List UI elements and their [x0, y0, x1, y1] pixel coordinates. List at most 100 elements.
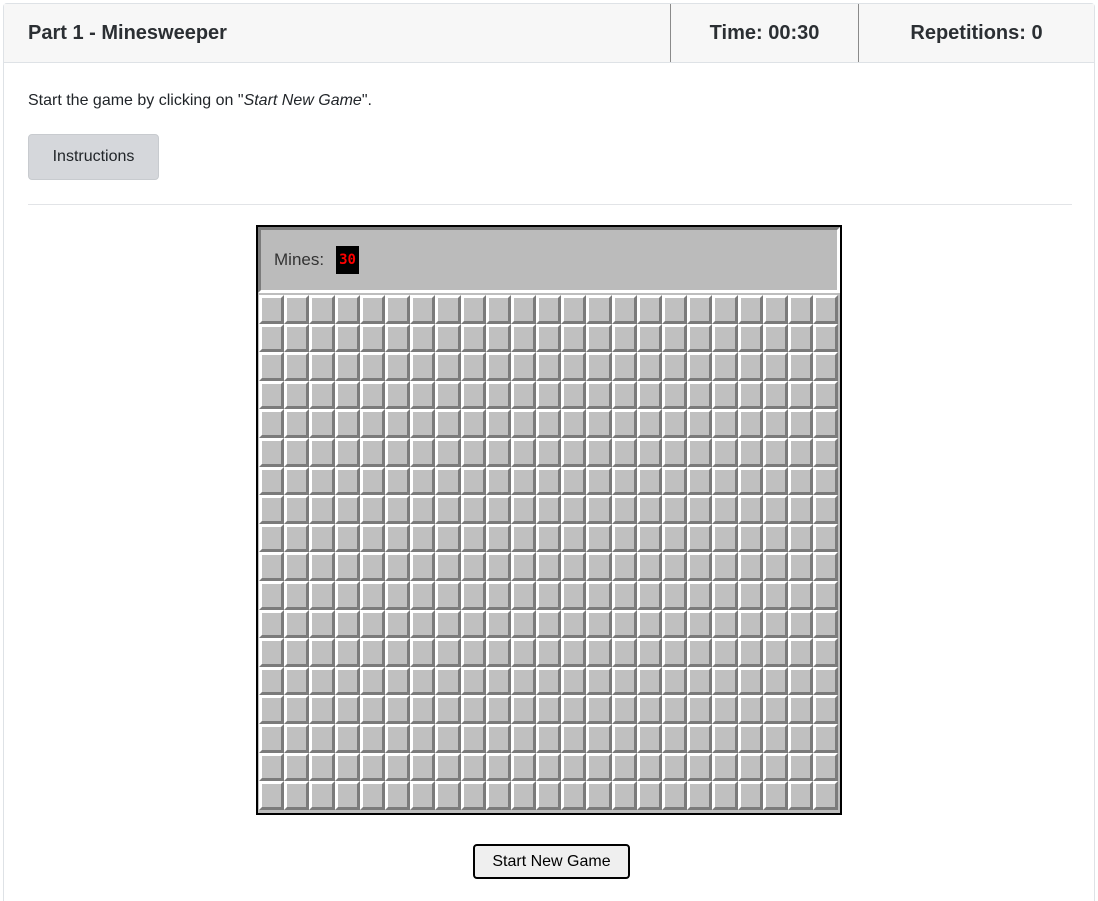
mine-cell[interactable] [334, 638, 360, 667]
mine-cell[interactable] [435, 295, 461, 324]
mine-cell[interactable] [359, 523, 385, 553]
mine-cell[interactable] [334, 781, 360, 810]
mine-cell[interactable] [485, 352, 511, 381]
mine-cell[interactable] [309, 723, 335, 753]
mine-cell[interactable] [536, 723, 562, 753]
mine-cell[interactable] [410, 323, 436, 353]
mine-cell[interactable] [813, 638, 839, 667]
mine-cell[interactable] [687, 437, 713, 467]
mine-cell[interactable] [410, 580, 436, 610]
mine-cell[interactable] [384, 752, 411, 782]
mine-cell[interactable] [737, 495, 763, 524]
mine-cell[interactable] [712, 466, 738, 496]
mine-cell[interactable] [737, 638, 763, 667]
mine-cell[interactable] [762, 380, 788, 410]
mine-cell[interactable] [813, 666, 839, 696]
mine-cell[interactable] [435, 495, 461, 524]
mine-cell[interactable] [762, 752, 788, 782]
mine-cell[interactable] [284, 523, 310, 553]
mine-cell[interactable] [561, 609, 587, 639]
mine-cell[interactable] [485, 380, 511, 410]
mine-cell[interactable] [435, 409, 461, 438]
mine-cell[interactable] [384, 781, 411, 810]
mine-cell[interactable] [611, 580, 637, 610]
mine-cell[interactable] [813, 352, 839, 381]
mine-cell[interactable] [284, 695, 310, 724]
mine-cell[interactable] [636, 609, 662, 639]
mine-cell[interactable] [460, 323, 486, 353]
mine-cell[interactable] [611, 723, 637, 753]
mine-cell[interactable] [510, 409, 537, 438]
mine-cell[interactable] [460, 552, 486, 581]
mine-cell[interactable] [536, 580, 562, 610]
mine-cell[interactable] [536, 466, 562, 496]
mine-cell[interactable] [662, 580, 688, 610]
mine-cell[interactable] [485, 523, 511, 553]
mine-cell[interactable] [384, 409, 411, 438]
mine-cell[interactable] [410, 437, 436, 467]
mine-cell[interactable] [611, 638, 637, 667]
mine-cell[interactable] [712, 638, 738, 667]
mine-cell[interactable] [787, 523, 814, 553]
mine-cell[interactable] [636, 552, 662, 581]
mine-cell[interactable] [536, 552, 562, 581]
start-new-game-button[interactable]: Start New Game [473, 844, 630, 879]
mine-cell[interactable] [259, 295, 285, 324]
mine-cell[interactable] [561, 781, 587, 810]
mine-cell[interactable] [787, 352, 814, 381]
mine-cell[interactable] [485, 323, 511, 353]
mine-cell[interactable] [435, 380, 461, 410]
mine-cell[interactable] [485, 495, 511, 524]
mine-cell[interactable] [636, 295, 662, 324]
mine-cell[interactable] [687, 380, 713, 410]
mine-cell[interactable] [712, 781, 738, 810]
mine-cell[interactable] [662, 638, 688, 667]
mine-cell[interactable] [787, 295, 814, 324]
mine-cell[interactable] [259, 466, 285, 496]
mine-cell[interactable] [384, 580, 411, 610]
mine-cell[interactable] [737, 752, 763, 782]
mine-cell[interactable] [410, 666, 436, 696]
mine-cell[interactable] [284, 666, 310, 696]
mine-cell[interactable] [309, 638, 335, 667]
mine-cell[interactable] [485, 580, 511, 610]
mine-cell[interactable] [737, 352, 763, 381]
mine-cell[interactable] [536, 666, 562, 696]
mine-cell[interactable] [762, 638, 788, 667]
mine-cell[interactable] [561, 323, 587, 353]
mine-cell[interactable] [662, 666, 688, 696]
mine-cell[interactable] [359, 295, 385, 324]
mine-cell[interactable] [636, 352, 662, 381]
mine-cell[interactable] [712, 523, 738, 553]
mine-cell[interactable] [259, 723, 285, 753]
mine-cell[interactable] [762, 580, 788, 610]
mine-cell[interactable] [510, 781, 537, 810]
mine-cell[interactable] [762, 352, 788, 381]
mine-cell[interactable] [636, 695, 662, 724]
mine-cell[interactable] [334, 723, 360, 753]
mine-cell[interactable] [561, 666, 587, 696]
mine-cell[interactable] [460, 295, 486, 324]
mine-cell[interactable] [284, 781, 310, 810]
mine-cell[interactable] [737, 523, 763, 553]
mine-cell[interactable] [284, 437, 310, 467]
mine-cell[interactable] [813, 695, 839, 724]
mine-cell[interactable] [787, 580, 814, 610]
mine-cell[interactable] [561, 495, 587, 524]
mine-cell[interactable] [284, 580, 310, 610]
mine-cell[interactable] [510, 295, 537, 324]
mine-cell[interactable] [636, 409, 662, 438]
mine-cell[interactable] [712, 752, 738, 782]
mine-cell[interactable] [561, 409, 587, 438]
mine-cell[interactable] [762, 523, 788, 553]
mine-cell[interactable] [586, 352, 612, 381]
mine-cell[interactable] [460, 380, 486, 410]
mine-cell[interactable] [561, 295, 587, 324]
mine-cell[interactable] [636, 666, 662, 696]
mine-cell[interactable] [687, 609, 713, 639]
mine-cell[interactable] [813, 437, 839, 467]
mine-cell[interactable] [712, 609, 738, 639]
mine-cell[interactable] [611, 437, 637, 467]
mine-cell[interactable] [259, 781, 285, 810]
mine-cell[interactable] [586, 752, 612, 782]
